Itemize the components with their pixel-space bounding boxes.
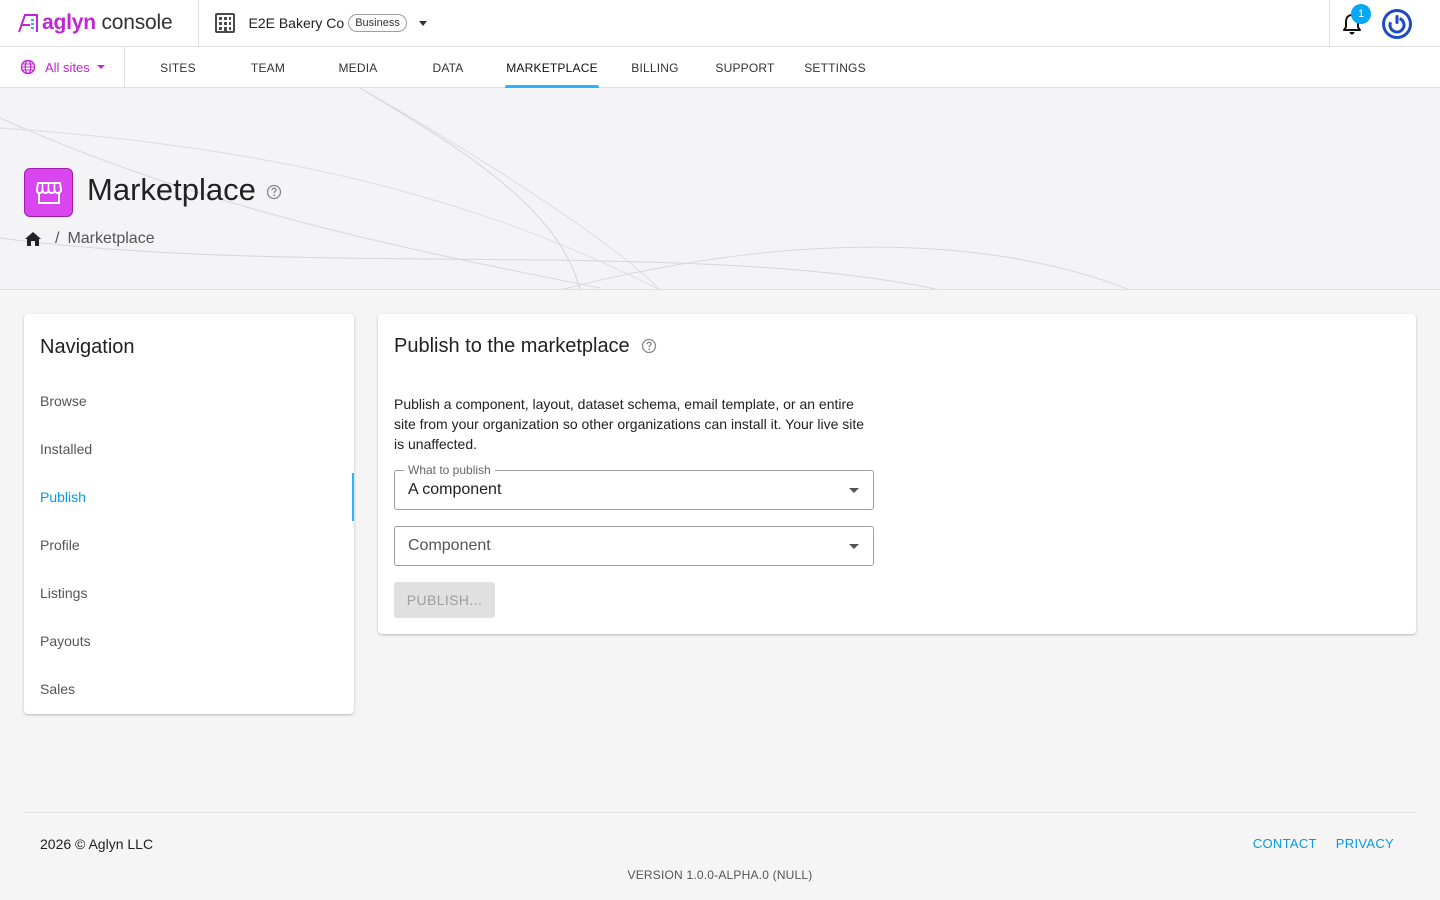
org-name: E2E Bakery Co <box>248 15 345 31</box>
tab-team[interactable]: TEAM <box>244 47 292 88</box>
dropdown-arrow-icon <box>849 544 859 549</box>
chevron-down-icon <box>418 20 427 26</box>
navigation-title: Navigation <box>40 336 135 358</box>
component-placeholder: Component <box>408 537 491 554</box>
power-icon[interactable] <box>1381 8 1413 40</box>
privacy-link[interactable]: PRIVACY <box>1336 836 1394 851</box>
tab-support[interactable]: SUPPORT <box>713 47 777 88</box>
notifications-button[interactable]: 1 <box>1329 0 1373 47</box>
breadcrumb: / Marketplace <box>24 230 155 248</box>
what-to-publish-value: A component <box>408 481 502 498</box>
breadcrumb-separator: / <box>55 230 60 247</box>
version-text: VERSION 1.0.0-ALPHA.0 (NULL) <box>627 868 813 882</box>
page-header: Marketplace / Marketplace <box>0 88 1440 290</box>
app-name: aglyn console <box>42 11 173 34</box>
divider <box>198 0 200 47</box>
notification-count-badge: 1 <box>1351 4 1371 24</box>
navigation-card: Navigation Browse Installed Publish Prof… <box>24 314 354 714</box>
component-select[interactable]: Component <box>394 526 874 566</box>
building-icon <box>215 13 236 33</box>
site-selector-label: All sites <box>45 59 90 75</box>
tab-settings[interactable]: SETTINGS <box>801 47 869 88</box>
app-logo[interactable]: aglyn console <box>17 0 173 47</box>
nav-item-listings[interactable]: Listings <box>24 569 354 617</box>
help-circle-icon[interactable] <box>641 338 657 354</box>
top-app-bar: aglyn console E2E Bakery Co Business 1 <box>0 0 1440 47</box>
site-selector[interactable]: All sites <box>0 47 125 87</box>
dropdown-arrow-icon <box>849 488 859 493</box>
home-icon[interactable] <box>24 231 42 247</box>
chevron-down-icon <box>96 65 105 69</box>
page-title: Marketplace <box>87 172 256 207</box>
tab-billing[interactable]: BILLING <box>626 47 684 88</box>
publish-description: Publish a component, layout, dataset sch… <box>394 396 865 452</box>
footer-links: CONTACT PRIVACY <box>1253 836 1394 851</box>
publish-card: Publish to the marketplace Publish a com… <box>378 314 1416 634</box>
tab-marketplace[interactable]: MARKETPLACE <box>505 47 599 88</box>
breadcrumb-current: Marketplace <box>67 230 155 247</box>
contact-link[interactable]: CONTACT <box>1253 836 1317 851</box>
tab-media[interactable]: MEDIA <box>332 47 384 88</box>
what-to-publish-select[interactable]: What to publish A component <box>394 463 874 510</box>
footer-copyright: 2026 © Aglyn LLC <box>40 836 154 852</box>
org-switcher[interactable]: E2E Bakery Co Business <box>214 0 427 47</box>
storefront-icon <box>24 168 73 217</box>
tab-data[interactable]: DATA <box>425 47 471 88</box>
publish-title: Publish to the marketplace <box>394 335 630 357</box>
what-to-publish-label: What to publish <box>404 463 495 477</box>
nav-item-browse[interactable]: Browse <box>24 377 354 425</box>
plan-badge: Business <box>348 14 407 32</box>
globe-icon <box>20 59 36 75</box>
nav-item-profile[interactable]: Profile <box>24 521 354 569</box>
nav-item-sales[interactable]: Sales <box>24 665 354 713</box>
publish-button[interactable]: PUBLISH... <box>394 582 495 618</box>
nav-item-installed[interactable]: Installed <box>24 425 354 473</box>
nav-item-publish[interactable]: Publish <box>24 473 354 521</box>
footer-divider <box>24 812 1416 813</box>
nav-item-payouts[interactable]: Payouts <box>24 617 354 665</box>
tab-sites[interactable]: SITES <box>152 47 204 88</box>
aglyn-logo-icon <box>18 14 38 33</box>
help-circle-icon[interactable] <box>266 184 282 200</box>
main-nav-bar: All sites SITES TEAM MEDIA DATA MARKETPL… <box>0 47 1440 88</box>
